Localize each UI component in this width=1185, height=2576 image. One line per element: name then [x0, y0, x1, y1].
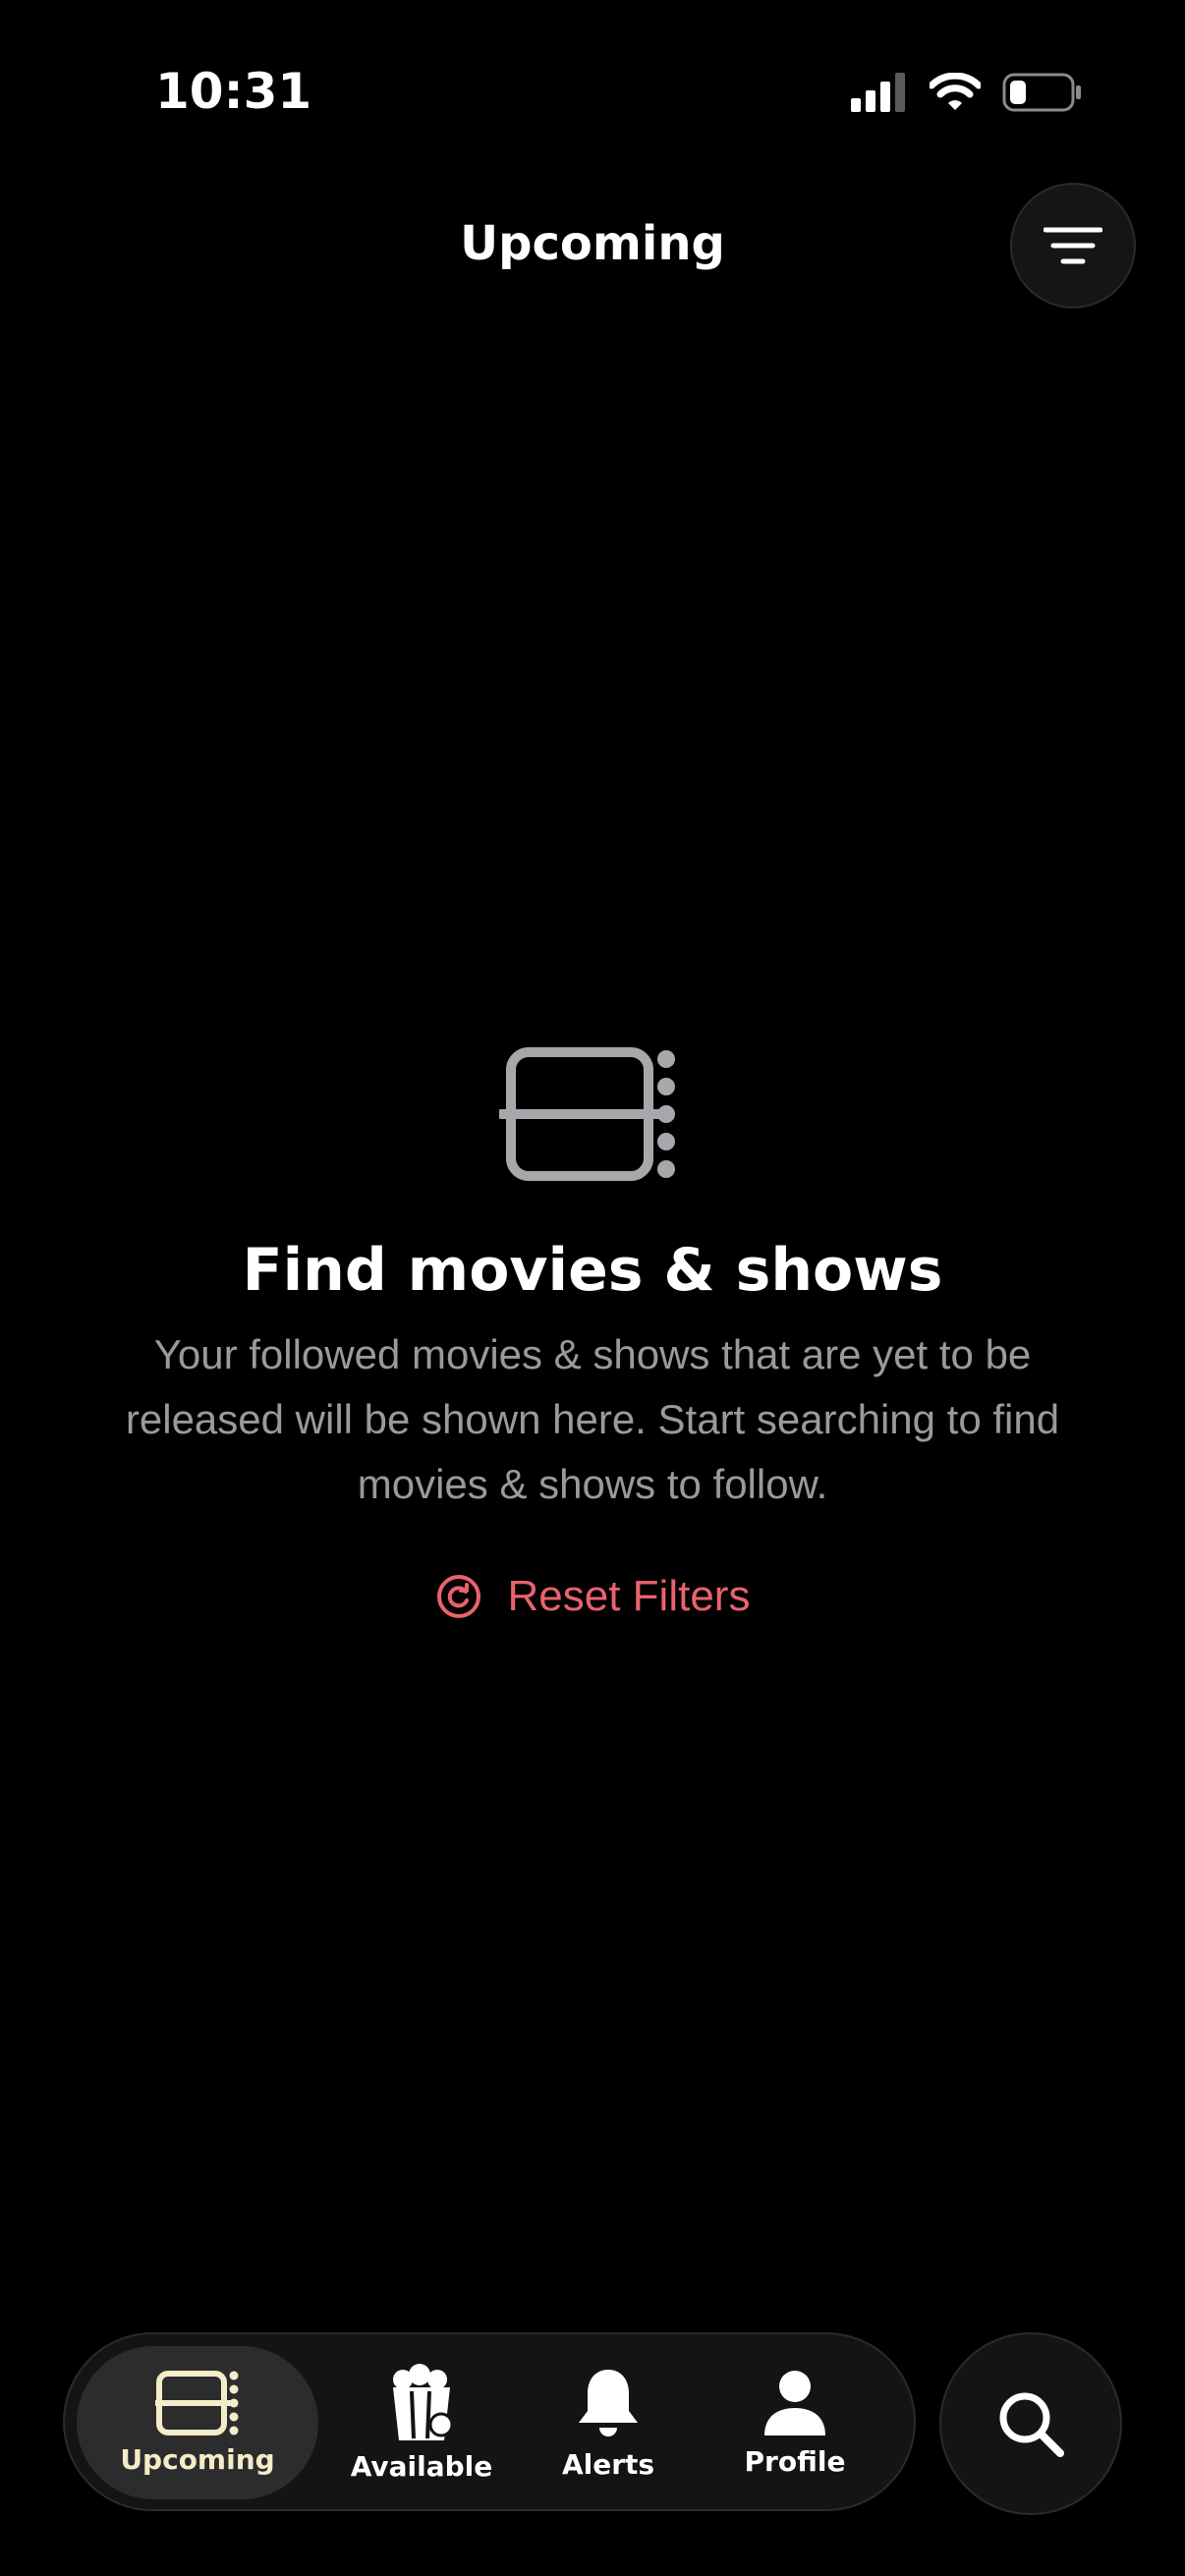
empty-state-description: Your followed movies & shows that are ye… [125, 1331, 1060, 1507]
empty-state-title: Find movies & shows [242, 1236, 943, 1305]
reset-icon [436, 1575, 480, 1618]
tab-profile[interactable]: Profile [702, 2346, 888, 2499]
film-list-icon [155, 2370, 239, 2436]
cellular-signal-icon [851, 73, 905, 112]
person-icon [764, 2370, 825, 2436]
search-button[interactable] [939, 2332, 1122, 2515]
tab-available-label: Available [350, 2449, 493, 2483]
tab-available[interactable]: Available [328, 2346, 515, 2499]
reset-filters-button[interactable]: Reset Filters [0, 1572, 1185, 1621]
tab-bar: Upcoming Available Alerts Profile [63, 2332, 916, 2511]
battery-icon [1002, 73, 1081, 112]
tab-alerts-label: Alerts [561, 2447, 655, 2481]
tab-upcoming[interactable]: Upcoming [77, 2346, 318, 2499]
reset-filters-label: Reset Filters [507, 1572, 751, 1620]
bell-icon [579, 2369, 638, 2436]
wifi-icon [930, 73, 981, 110]
status-bar: 10:31 [0, 0, 1185, 138]
tab-alerts[interactable]: Alerts [525, 2346, 692, 2499]
tab-upcoming-label: Upcoming [120, 2442, 275, 2476]
tab-profile-label: Profile [744, 2444, 846, 2478]
filter-lines-icon [1044, 227, 1102, 264]
film-list-icon [499, 1047, 675, 1181]
popcorn-icon [393, 2363, 454, 2440]
search-icon [999, 2392, 1064, 2457]
status-time: 10:31 [155, 63, 312, 120]
page-title: Upcoming [460, 216, 725, 271]
status-icons [851, 73, 1083, 112]
filter-button[interactable] [1010, 183, 1136, 308]
